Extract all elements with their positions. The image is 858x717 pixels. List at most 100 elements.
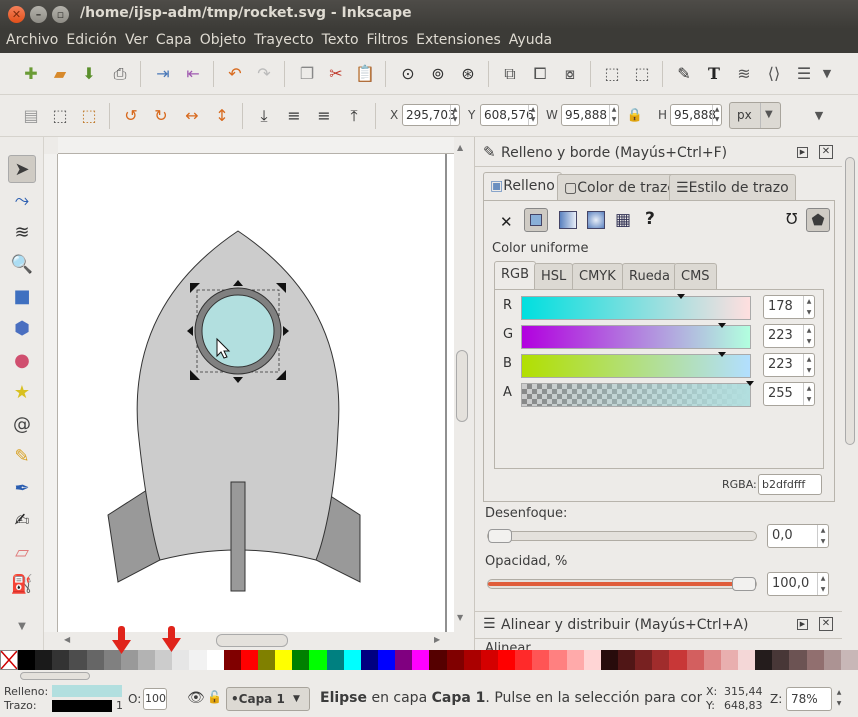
- palette-swatch[interactable]: [309, 650, 328, 670]
- h-spin-arrows[interactable]: ▲ ▼: [712, 105, 721, 125]
- slider-g[interactable]: [521, 323, 751, 349]
- menu-trayecto[interactable]: Trayecto: [250, 29, 317, 53]
- menu-texto[interactable]: Texto: [318, 29, 363, 53]
- palette-swatch[interactable]: [806, 650, 825, 670]
- linear-gradient-icon[interactable]: [559, 211, 577, 229]
- align-panel-close-icon[interactable]: ✕: [819, 617, 833, 631]
- 3d-box-tool-icon[interactable]: ⬢: [8, 315, 36, 343]
- palette-swatch[interactable]: [686, 650, 705, 670]
- raise-icon[interactable]: ≡: [313, 105, 335, 127]
- input-r[interactable]: 178 ▲ ▼: [763, 295, 815, 319]
- spin-b[interactable]: ▲ ▼: [803, 354, 814, 376]
- select-all-icon[interactable]: ▤: [20, 105, 42, 127]
- deselect-icon[interactable]: ⬚: [78, 105, 100, 127]
- palette-scroll-thumb[interactable]: [20, 672, 90, 680]
- palette-swatch[interactable]: [652, 650, 671, 670]
- slider-b[interactable]: [521, 352, 751, 378]
- tab-hsl[interactable]: HSL: [534, 263, 574, 289]
- palette-swatch[interactable]: [463, 650, 482, 670]
- blur-input[interactable]: 0,0 ▲ ▼: [767, 524, 829, 548]
- blur-slider[interactable]: [487, 529, 757, 543]
- zoom-selection-icon[interactable]: ⊙: [397, 63, 419, 85]
- horizontal-scroll-thumb[interactable]: [216, 634, 288, 647]
- palette-swatch[interactable]: [223, 650, 242, 670]
- zoom-spin[interactable]: ▲ ▼: [834, 687, 844, 711]
- palette-swatch[interactable]: [446, 650, 465, 670]
- layer-select[interactable]: •Capa 1 ▼: [226, 687, 310, 711]
- scroll-right-icon[interactable]: ▶: [434, 635, 440, 644]
- fill-indicator[interactable]: [52, 685, 122, 697]
- node-tool-icon[interactable]: ⤳: [8, 187, 36, 215]
- rocket-center-fin[interactable]: [230, 481, 246, 592]
- visibility-eye-icon[interactable]: 👁: [187, 690, 205, 706]
- flip-horizontal-icon[interactable]: ↔: [181, 105, 203, 127]
- palette-swatch[interactable]: [326, 650, 345, 670]
- import-icon[interactable]: ⇥: [152, 63, 174, 85]
- rgba-input[interactable]: b2dfdfff: [758, 474, 822, 495]
- zoom-input[interactable]: 78%: [786, 687, 832, 711]
- palette-swatch[interactable]: [240, 650, 259, 670]
- layer-lock-icon[interactable]: 🔓: [207, 690, 222, 704]
- x-spin-arrows[interactable]: ▲ ▼: [450, 105, 459, 125]
- pattern-icon[interactable]: ▦: [615, 210, 631, 230]
- slider-r[interactable]: [521, 294, 751, 320]
- palette-swatch[interactable]: [669, 650, 688, 670]
- canvas-vertical-scrollbar[interactable]: ▲ ▼: [454, 137, 474, 632]
- palette-scrollbar[interactable]: [0, 670, 858, 682]
- blur-slider-knob[interactable]: [488, 529, 512, 543]
- undo-icon[interactable]: ↶: [224, 63, 246, 85]
- rotate-cw-icon[interactable]: ↻: [150, 105, 172, 127]
- ellipse-tool-icon[interactable]: ●: [8, 347, 36, 375]
- ungroup-icon[interactable]: ⬚: [631, 63, 653, 85]
- group-icon[interactable]: ⬚: [601, 63, 623, 85]
- eraser-tool-icon[interactable]: ▱: [8, 539, 36, 567]
- slider-a[interactable]: [521, 381, 754, 407]
- open-document-icon[interactable]: ▰: [49, 63, 71, 85]
- pencil-tool-icon[interactable]: ✎: [8, 443, 36, 471]
- drawing-canvas[interactable]: [58, 154, 454, 632]
- close-window-button[interactable]: ✕: [8, 6, 25, 23]
- spin-a[interactable]: ▲ ▼: [803, 383, 814, 405]
- palette-swatch[interactable]: [635, 650, 654, 670]
- fill-rule-nonzero-icon[interactable]: ⬟: [806, 208, 830, 232]
- unlink-clone-icon[interactable]: ⧇: [559, 63, 581, 85]
- stroke-indicator[interactable]: [52, 700, 112, 712]
- palette-swatch[interactable]: [703, 650, 722, 670]
- tweak-tool-icon[interactable]: ≋: [8, 219, 36, 247]
- scroll-left-icon[interactable]: ◀: [64, 635, 70, 644]
- fill-stroke-dialog-icon[interactable]: ✎: [673, 63, 695, 85]
- palette-swatch[interactable]: [498, 650, 516, 670]
- spiral-tool-icon[interactable]: @: [8, 411, 36, 439]
- export-icon[interactable]: ⇤: [182, 63, 204, 85]
- y-input[interactable]: 608,576 ▲ ▼: [480, 104, 538, 126]
- scroll-up-icon[interactable]: ▲: [457, 143, 463, 152]
- lower-icon[interactable]: ≡: [283, 105, 305, 127]
- palette-swatch[interactable]: [86, 650, 105, 670]
- star-tool-icon[interactable]: ★: [8, 379, 36, 407]
- dock-scrollbar[interactable]: [842, 137, 858, 650]
- opacity-spin[interactable]: ▲ ▼: [817, 573, 828, 595]
- y-spin-arrows[interactable]: ▲ ▼: [528, 105, 537, 125]
- input-b[interactable]: 223 ▲ ▼: [763, 353, 815, 377]
- palette-swatch[interactable]: [532, 650, 551, 670]
- palette-swatch[interactable]: [258, 650, 276, 670]
- new-document-icon[interactable]: ✚: [20, 63, 42, 85]
- menu-edicion[interactable]: Edición: [62, 29, 121, 53]
- rotate-ccw-icon[interactable]: ↺: [120, 105, 142, 127]
- align-distribute-icon[interactable]: ☰: [793, 63, 815, 85]
- toolbox-overflow-icon[interactable]: ▼: [8, 613, 36, 641]
- palette-swatch[interactable]: [206, 650, 225, 670]
- text-dialog-icon[interactable]: T: [703, 63, 725, 85]
- palette-swatch[interactable]: [275, 650, 294, 670]
- zoom-drawing-icon[interactable]: ⊚: [427, 63, 449, 85]
- slider-b-marker[interactable]: [717, 352, 726, 357]
- menu-filtros[interactable]: Filtros: [363, 29, 413, 53]
- unit-select[interactable]: px ▼: [729, 102, 781, 129]
- cut-icon[interactable]: ✂: [325, 63, 347, 85]
- rectangle-tool-icon[interactable]: ■: [8, 283, 36, 311]
- tab-rueda[interactable]: Rueda: [622, 263, 677, 289]
- selector-tool-icon[interactable]: ➤: [8, 155, 36, 183]
- w-spin-arrows[interactable]: ▲ ▼: [609, 105, 618, 125]
- select-all-layers-icon[interactable]: ⬚: [49, 105, 71, 127]
- tab-stroke-paint[interactable]: ▢Color de trazo: [557, 174, 683, 202]
